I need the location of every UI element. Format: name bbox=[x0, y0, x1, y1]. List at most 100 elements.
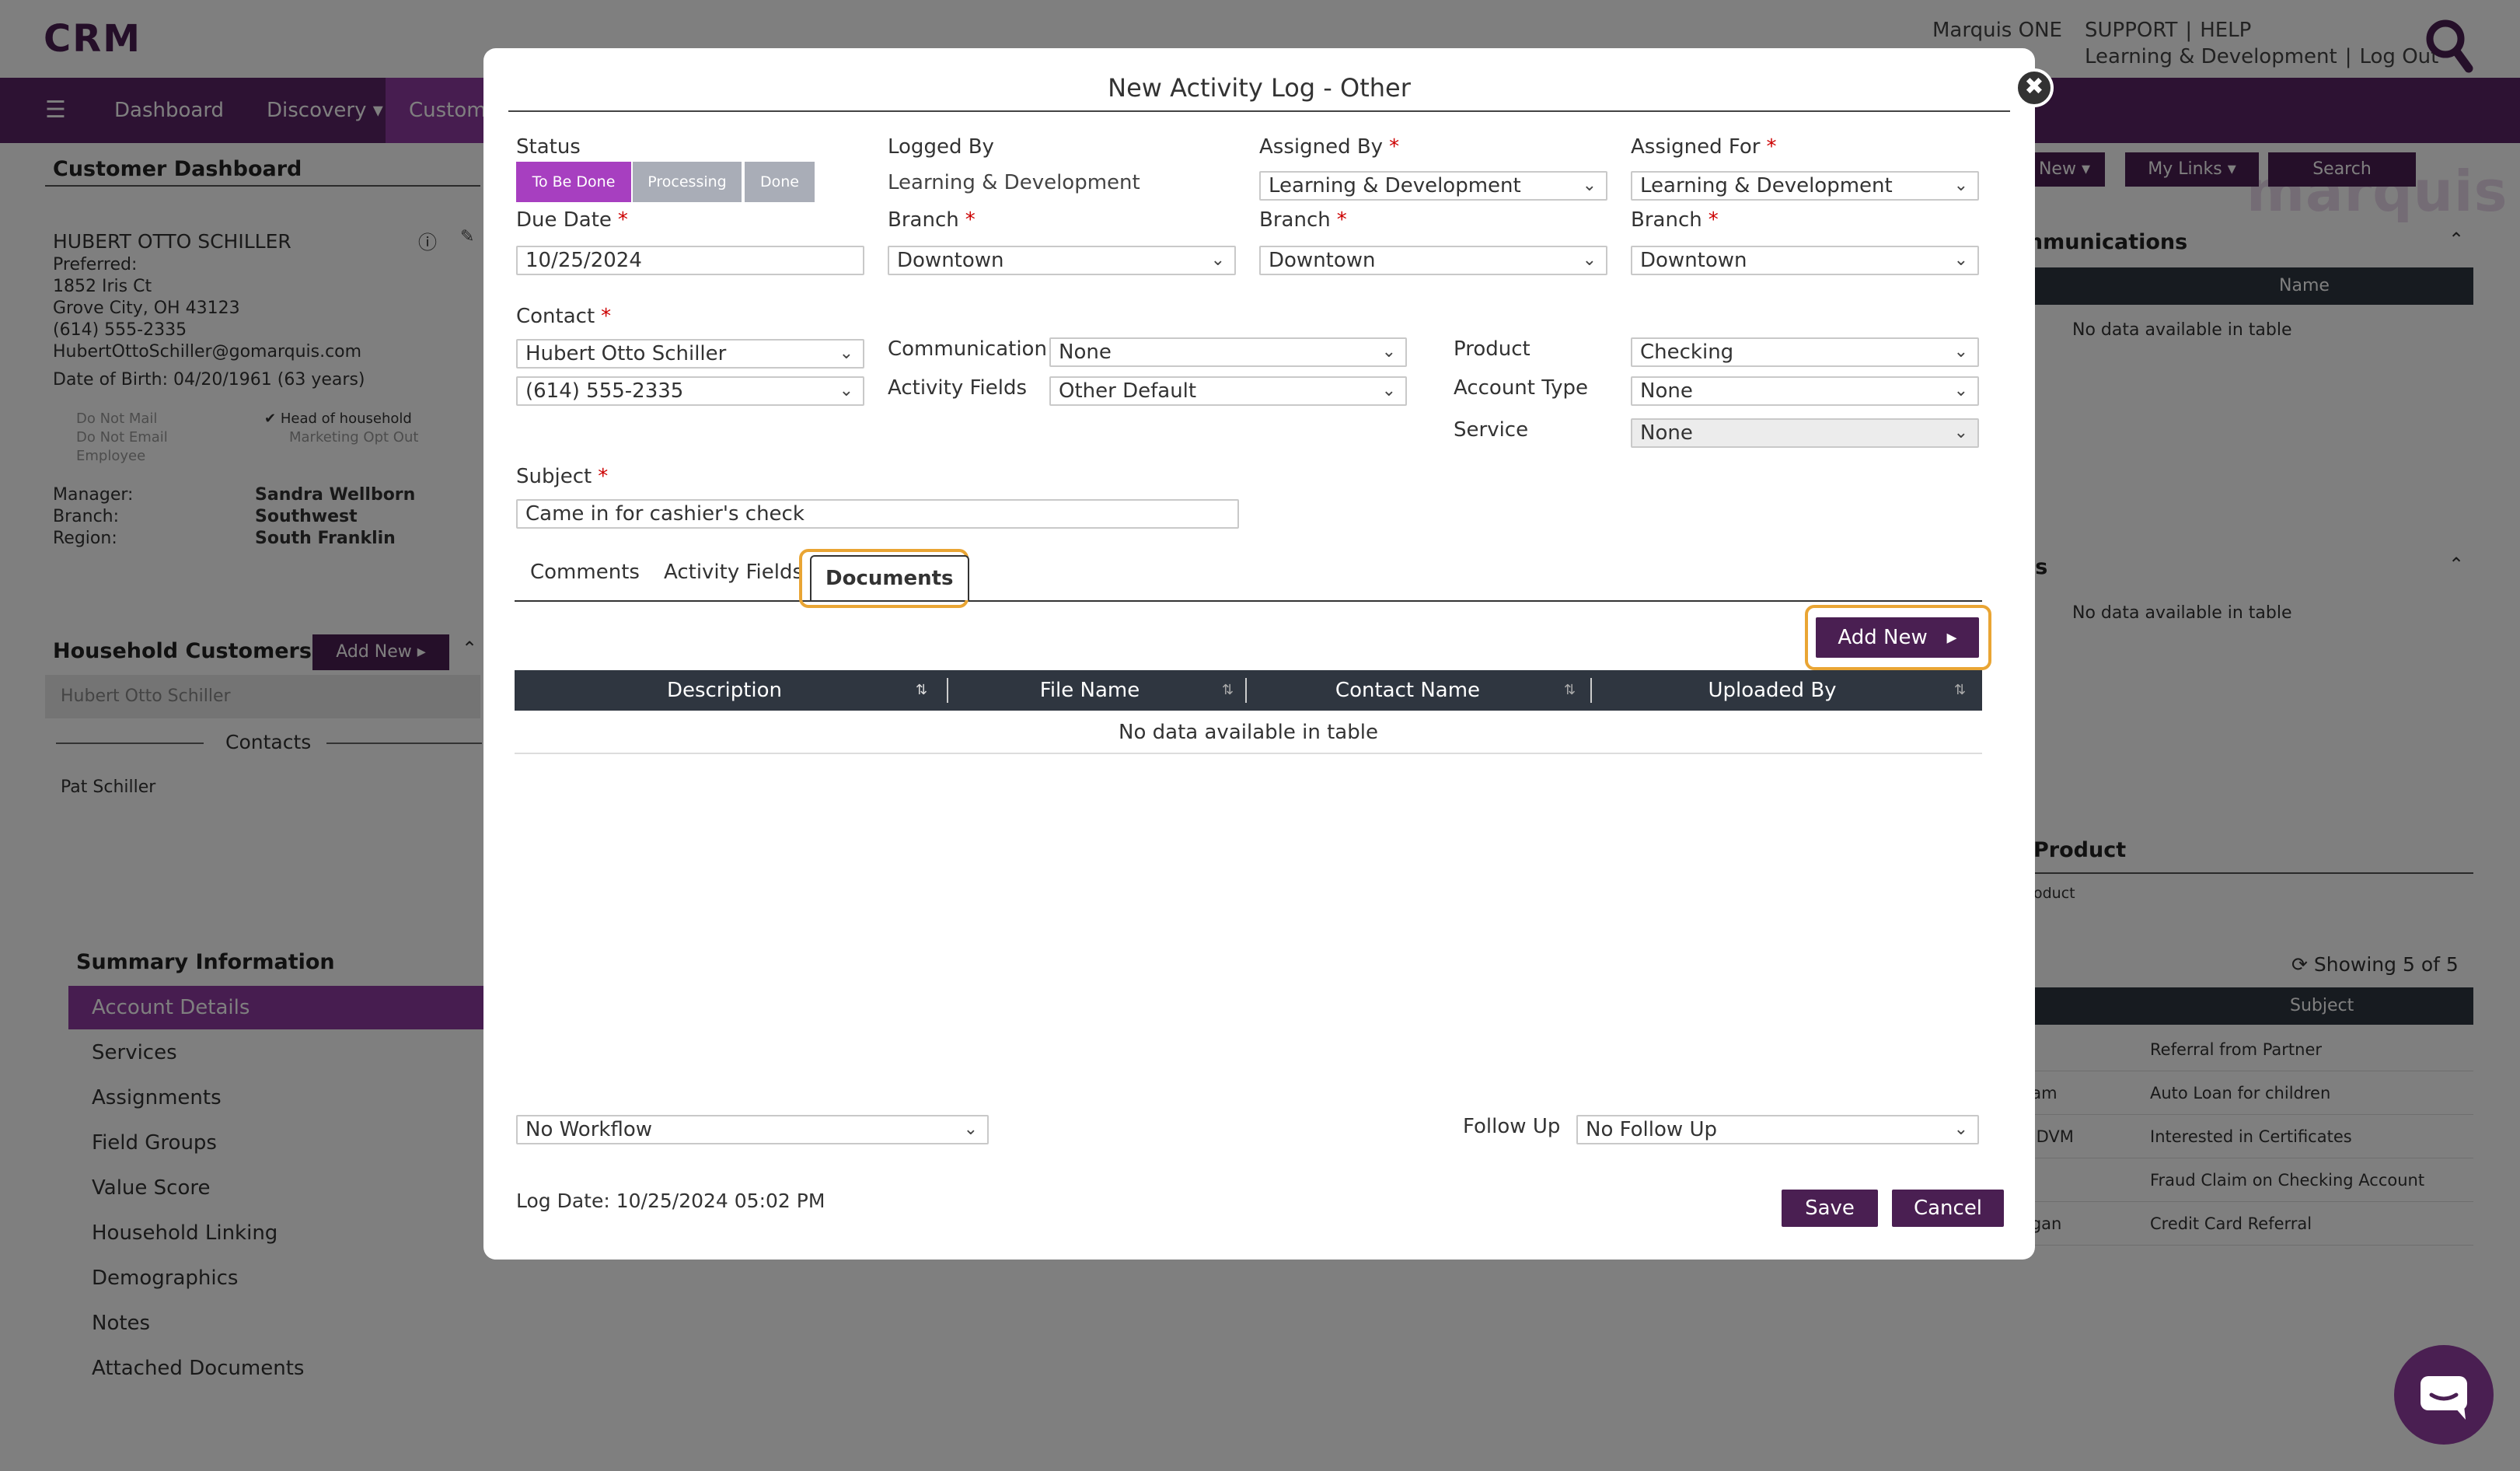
required-marker: * bbox=[965, 208, 976, 232]
chevron-down-icon: ⌄ bbox=[1582, 250, 1597, 270]
chevron-down-icon: ⌄ bbox=[1210, 250, 1225, 270]
contact-phone-value: (614) 555-2335 bbox=[525, 379, 684, 403]
workflow-select[interactable]: No Workflow ⌄ bbox=[516, 1115, 989, 1144]
branch-label: Branch * bbox=[1631, 208, 1719, 232]
due-date-label: Due Date * bbox=[516, 208, 628, 232]
tab-activity-fields[interactable]: Activity Fields bbox=[664, 549, 803, 596]
sort-icon[interactable]: ⇅ bbox=[1564, 670, 1576, 711]
column-divider bbox=[1590, 678, 1592, 703]
branch-label-text: Branch bbox=[888, 208, 959, 232]
contact-phone-select[interactable]: (614) 555-2335 ⌄ bbox=[516, 376, 864, 406]
required-marker: * bbox=[617, 208, 628, 232]
required-marker: * bbox=[1389, 135, 1400, 159]
branch-label: Branch * bbox=[1259, 208, 1347, 232]
status-label: Status bbox=[516, 135, 581, 159]
assigned-by-branch-select[interactable]: Downtown ⌄ bbox=[1259, 246, 1607, 275]
assigned-for-branch-value: Downtown bbox=[1640, 249, 1747, 272]
logged-by-value: Learning & Development bbox=[888, 171, 1140, 194]
required-marker: * bbox=[598, 465, 609, 488]
status-done-button[interactable]: Done bbox=[745, 162, 815, 202]
chevron-down-icon: ⌄ bbox=[1582, 176, 1597, 195]
subject-label: Subject * bbox=[516, 465, 608, 488]
account-type-select[interactable]: None ⌄ bbox=[1631, 376, 1979, 406]
sort-asc-icon[interactable]: ⇅ bbox=[916, 670, 927, 711]
save-button[interactable]: Save bbox=[1782, 1190, 1878, 1227]
required-marker: * bbox=[1708, 208, 1719, 232]
assigned-by-select[interactable]: Learning & Development ⌄ bbox=[1259, 171, 1607, 201]
chevron-down-icon: ⌄ bbox=[1381, 342, 1396, 362]
service-select[interactable]: None ⌄ bbox=[1631, 418, 1979, 448]
chevron-down-icon: ⌄ bbox=[1953, 342, 1968, 362]
assigned-by-value: Learning & Development bbox=[1269, 174, 1521, 197]
modal-title: New Activity Log - Other bbox=[1108, 73, 1411, 103]
chevron-down-icon: ⌄ bbox=[1953, 423, 1968, 442]
column-divider bbox=[947, 678, 948, 703]
status-processing-button[interactable]: Processing bbox=[633, 162, 742, 202]
account-type-label: Account Type bbox=[1454, 376, 1588, 400]
required-marker: * bbox=[1766, 135, 1777, 159]
add-document-button[interactable]: Add New ▸ bbox=[1816, 617, 1979, 658]
activity-fields-value: Other Default bbox=[1059, 379, 1197, 403]
col-file-name[interactable]: File Name bbox=[950, 670, 1230, 711]
required-marker: * bbox=[601, 305, 612, 328]
tab-documents[interactable]: Documents bbox=[810, 555, 969, 600]
chevron-down-icon: ⌄ bbox=[963, 1120, 978, 1139]
caret-right-icon: ▸ bbox=[1946, 626, 1957, 649]
contact-value: Hubert Otto Schiller bbox=[525, 342, 727, 365]
contact-label-text: Contact bbox=[516, 305, 595, 328]
chevron-down-icon: ⌄ bbox=[839, 344, 853, 363]
product-value: Checking bbox=[1640, 341, 1734, 364]
activity-log-modal: New Activity Log - Other Status Logged B… bbox=[483, 48, 2054, 1260]
log-date: Log Date: 10/25/2024 05:02 PM bbox=[516, 1190, 825, 1212]
workflow-value: No Workflow bbox=[525, 1118, 653, 1141]
service-label: Service bbox=[1454, 418, 1529, 442]
status-to-be-done-button[interactable]: To Be Done bbox=[516, 162, 631, 202]
col-uploaded-by[interactable]: Uploaded By bbox=[1593, 670, 1951, 711]
branch-label: Branch * bbox=[888, 208, 976, 232]
due-date-input[interactable]: 10/25/2024 bbox=[516, 246, 864, 275]
communication-select[interactable]: None ⌄ bbox=[1049, 337, 1407, 367]
due-date-label-text: Due Date bbox=[516, 208, 612, 232]
assigned-by-label-text: Assigned By bbox=[1259, 135, 1384, 159]
chevron-down-icon: ⌄ bbox=[1953, 381, 1968, 400]
activity-fields-label: Activity Fields bbox=[888, 376, 1028, 400]
assigned-by-label: Assigned By * bbox=[1259, 135, 1399, 159]
chevron-down-icon: ⌄ bbox=[1953, 176, 1968, 195]
documents-table-header: Description ⇅ File Name ⇅ Contact Name ⇅… bbox=[515, 670, 1982, 711]
cancel-button[interactable]: Cancel bbox=[1892, 1190, 2004, 1227]
close-icon[interactable]: ✖ bbox=[2015, 68, 2054, 107]
col-contact-name[interactable]: Contact Name bbox=[1248, 670, 1567, 711]
chat-icon bbox=[2421, 1376, 2467, 1420]
branch-label-text: Branch bbox=[1631, 208, 1702, 232]
chevron-down-icon: ⌄ bbox=[1381, 381, 1396, 400]
account-type-value: None bbox=[1640, 379, 1693, 403]
assigned-for-label: Assigned For * bbox=[1631, 135, 1776, 159]
logged-branch-select[interactable]: Downtown ⌄ bbox=[888, 246, 1236, 275]
product-select[interactable]: Checking ⌄ bbox=[1631, 337, 1979, 367]
contact-select[interactable]: Hubert Otto Schiller ⌄ bbox=[516, 339, 864, 369]
col-description[interactable]: Description bbox=[515, 670, 934, 711]
sort-icon[interactable]: ⇅ bbox=[1222, 670, 1234, 711]
assigned-for-select[interactable]: Learning & Development ⌄ bbox=[1631, 171, 1979, 201]
subject-input[interactable]: Came in for cashier's check bbox=[516, 499, 1239, 529]
follow-up-value: No Follow Up bbox=[1586, 1118, 1717, 1141]
communication-value: None bbox=[1059, 341, 1112, 364]
column-divider bbox=[1245, 678, 1247, 703]
tab-comments[interactable]: Comments bbox=[530, 549, 640, 596]
follow-up-select[interactable]: No Follow Up ⌄ bbox=[1576, 1115, 1979, 1144]
logged-branch-value: Downtown bbox=[897, 249, 1004, 272]
chevron-down-icon: ⌄ bbox=[839, 381, 853, 400]
sort-icon[interactable]: ⇅ bbox=[1954, 670, 1966, 711]
activity-fields-select[interactable]: Other Default ⌄ bbox=[1049, 376, 1407, 406]
service-value: None bbox=[1640, 421, 1693, 445]
assigned-for-value: Learning & Development bbox=[1640, 174, 1893, 197]
add-document-label: Add New bbox=[1838, 626, 1928, 649]
contact-label: Contact * bbox=[516, 305, 611, 328]
follow-up-label: Follow Up bbox=[1463, 1115, 1561, 1138]
assigned-by-branch-value: Downtown bbox=[1269, 249, 1376, 272]
branch-label-text: Branch bbox=[1259, 208, 1331, 232]
chevron-down-icon: ⌄ bbox=[1953, 250, 1968, 270]
chat-widget[interactable] bbox=[2394, 1345, 2494, 1445]
divider bbox=[508, 110, 2010, 112]
assigned-for-branch-select[interactable]: Downtown ⌄ bbox=[1631, 246, 1979, 275]
